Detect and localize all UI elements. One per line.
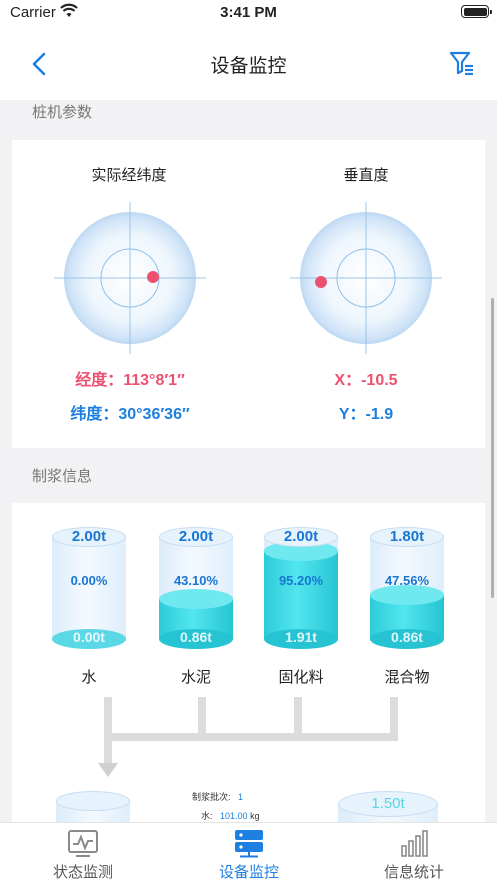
tank-label: 混合物 — [384, 669, 430, 686]
pipe-segment — [198, 697, 206, 737]
storage-tank: 1.80t 47.56% 0.86t — [370, 527, 444, 649]
x-reading: X：-10.5 — [334, 372, 398, 389]
tank-label: 固化料 — [278, 669, 324, 686]
pipe-segment — [390, 697, 398, 737]
y-reading: Y：-1.9 — [338, 406, 394, 423]
status-bar: Carrier 3:41 PM — [0, 0, 497, 26]
gps-gauge-title: 实际经纬度 — [91, 167, 167, 184]
storage-tank: 2.00t 0.00% 0.00t — [52, 527, 126, 649]
storage-tank: 2.00t 95.20% 1.91t — [264, 527, 338, 649]
navigation-bar: 设备监控 — [0, 26, 497, 100]
tank-percent: 43.10% — [173, 573, 219, 588]
output-tank-capacity: 1.50t — [371, 795, 405, 812]
tank-amount: 0.00t — [73, 629, 105, 645]
tank-amount: 0.86t — [391, 629, 423, 645]
vertical-gauge-title: 垂直度 — [343, 167, 389, 184]
tank-percent: 95.20% — [278, 573, 324, 588]
tab-status-monitoring[interactable]: 状态监测 — [23, 823, 143, 883]
longitude-reading: 经度：113°8′1″ — [75, 372, 185, 389]
tank-capacity: 2.00t — [71, 528, 107, 545]
page-title: 设备监控 — [210, 56, 287, 77]
water-amount: 水: 101.00 kg — [201, 811, 260, 821]
gps-position-dot — [147, 271, 159, 283]
pipe-segment — [104, 697, 112, 737]
flow-arrow-icon — [98, 763, 118, 777]
storage-tank: 2.00t 43.10% 0.86t — [159, 527, 233, 649]
tab-label: 设备监控 — [218, 864, 279, 881]
server-icon — [235, 830, 263, 858]
tank-amount: 0.86t — [180, 629, 212, 645]
monitor-chart-icon — [68, 830, 98, 857]
pipe-segment — [294, 697, 302, 737]
tab-info-statistics[interactable]: 信息统计 — [354, 823, 474, 883]
tank-percent: 47.56% — [384, 573, 430, 588]
verticality-dot — [315, 276, 327, 288]
verticality-gauge — [290, 202, 442, 354]
clock: 3:41 PM — [220, 4, 277, 21]
tank-capacity: 2.00t — [283, 528, 319, 545]
tank-amount: 1.91t — [285, 629, 317, 645]
tank-capacity: 1.80t — [389, 528, 425, 545]
gps-gauge — [54, 202, 206, 354]
slurry-card: 2.00t 0.00% 0.00t 水 2.00t 43.10% 0.86t 水泥 2.00t 9… — [12, 503, 485, 841]
filter-icon[interactable] — [449, 50, 475, 76]
tab-bar: 状态监测 设备监控 信息统计 — [0, 822, 497, 883]
tab-device-monitoring[interactable]: 设备监控 — [189, 823, 309, 883]
tab-label: 状态监测 — [52, 864, 113, 881]
pipe-manifold — [104, 733, 398, 741]
tank-percent: 0.00% — [70, 573, 108, 588]
tank-label: 水 — [81, 669, 97, 686]
battery-icon — [461, 5, 492, 18]
scrollbar[interactable] — [491, 298, 494, 598]
tank-label: 水泥 — [180, 669, 211, 686]
section-title-slurry: 制浆信息 — [32, 468, 93, 485]
batch-number: 制浆批次: 1 — [192, 792, 244, 802]
tank-capacity: 2.00t — [178, 528, 214, 545]
tab-label: 信息统计 — [383, 864, 444, 881]
pipe-down — [104, 733, 112, 765]
section-title-pile-params: 桩机参数 — [32, 104, 93, 121]
latitude-reading: 纬度：30°36′36″ — [70, 406, 190, 423]
bar-chart-icon — [401, 830, 428, 857]
pile-params-card: 实际经纬度 经度：113°8′1″ 纬度：30°36′36″ 垂直度 X：-10… — [12, 140, 485, 448]
